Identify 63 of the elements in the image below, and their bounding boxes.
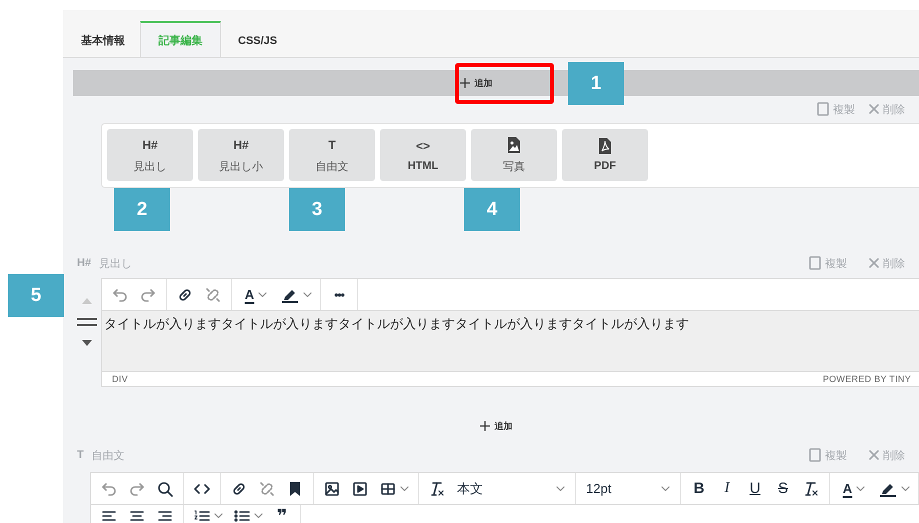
close-icon bbox=[869, 450, 879, 460]
block-type-glyph: T bbox=[328, 136, 336, 152]
block-type-glyph: H# bbox=[142, 136, 158, 152]
block-type-button[interactable]: H# 見出し bbox=[107, 129, 193, 181]
block-type-button[interactable]: T 自由文 bbox=[289, 129, 375, 181]
editor-content[interactable]: タイトルが入りますタイトルが入りますタイトルが入りますタイトルが入りますタイトルが入ります bbox=[102, 311, 919, 372]
block-type-button[interactable]: <> HTML bbox=[380, 129, 466, 181]
format-button[interactable]: S bbox=[769, 476, 797, 500]
close-icon bbox=[869, 104, 879, 114]
block-type-button[interactable]: PDF bbox=[562, 129, 648, 181]
block-type-glyph: H# bbox=[233, 136, 249, 152]
numbered-list-icon bbox=[194, 510, 210, 522]
block-type-label: 自由文 bbox=[316, 160, 348, 174]
block-type-label: 写真 bbox=[503, 160, 525, 174]
chevron-down-icon bbox=[254, 513, 262, 519]
format-button[interactable]: I bbox=[713, 476, 741, 500]
callout-number: 2 bbox=[114, 188, 170, 231]
chevron-down-icon bbox=[302, 292, 312, 298]
block-type-label: PDF bbox=[594, 160, 616, 172]
drag-handle-icon[interactable] bbox=[77, 318, 97, 326]
image-file-icon bbox=[507, 136, 521, 152]
callout-number: 1 bbox=[568, 62, 624, 105]
bullet-list-icon bbox=[234, 510, 250, 522]
chevron-down-icon bbox=[856, 486, 866, 492]
tab[interactable]: CSS/JS bbox=[227, 22, 288, 58]
element-path: DIV bbox=[112, 374, 128, 385]
block-type-glyph: H# bbox=[77, 257, 92, 269]
text-color-button[interactable]: A bbox=[834, 476, 874, 500]
blockquote-button[interactable]: ❞ bbox=[268, 504, 296, 523]
callout-number: 3 bbox=[289, 188, 345, 231]
chevron-down-icon bbox=[900, 486, 910, 492]
plus-icon bbox=[480, 421, 490, 431]
block-type-label: HTML bbox=[408, 160, 438, 172]
move-down-icon[interactable] bbox=[82, 340, 92, 346]
callout-number: 4 bbox=[464, 188, 520, 231]
chevron-down-icon bbox=[258, 292, 268, 298]
copy-icon bbox=[817, 102, 829, 116]
font-size-select[interactable]: 12pt bbox=[580, 476, 676, 500]
block-type-label: 見出し bbox=[134, 160, 166, 174]
style-select[interactable]: 本文 bbox=[451, 476, 571, 500]
format-button[interactable]: B bbox=[685, 476, 713, 500]
tab[interactable]: 基本情報 bbox=[70, 22, 136, 58]
chevron-down-icon bbox=[556, 486, 565, 492]
block-type-label: 見出し小 bbox=[219, 160, 263, 174]
format-button[interactable]: U bbox=[741, 476, 769, 500]
copy-icon bbox=[809, 256, 821, 270]
block-type-glyph: <> bbox=[416, 138, 430, 154]
block-type-button[interactable]: 写真 bbox=[471, 129, 557, 181]
table-icon bbox=[380, 480, 396, 496]
block-type-glyph: T bbox=[77, 449, 84, 461]
callout-number: 5 bbox=[8, 274, 64, 317]
add-block-link[interactable]: 追加 bbox=[480, 420, 512, 432]
chevron-down-icon bbox=[400, 486, 408, 492]
plus-icon bbox=[460, 78, 470, 88]
chevron-down-icon bbox=[661, 486, 670, 492]
block-type-button[interactable]: H# 見出し小 bbox=[198, 129, 284, 181]
text-color-button[interactable]: A bbox=[236, 282, 276, 306]
more-button[interactable]: ••• bbox=[325, 282, 353, 306]
close-icon bbox=[869, 258, 879, 268]
powered-by-label: POWERED BY TINY bbox=[822, 374, 911, 385]
pdf-file-icon bbox=[598, 138, 612, 154]
copy-icon bbox=[809, 448, 821, 462]
chevron-down-icon bbox=[214, 513, 222, 519]
